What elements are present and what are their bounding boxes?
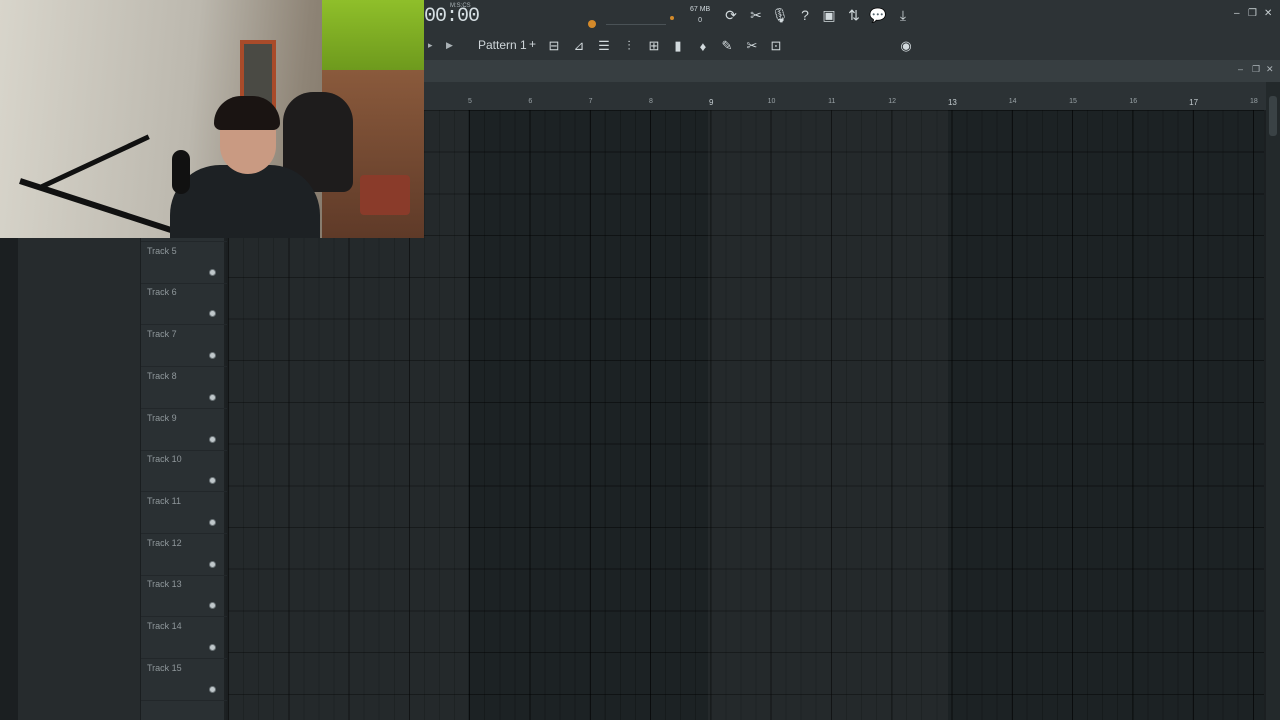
track-enable-dot[interactable] xyxy=(209,560,216,568)
restore-button[interactable]: ❐ xyxy=(1248,8,1257,19)
export-icon[interactable]: ⇅ xyxy=(845,6,863,24)
track-enable-dot[interactable] xyxy=(209,310,216,318)
timeline-ruler[interactable]: 5 6 7 8 9 10 11 12 13 14 15 16 17 18 xyxy=(424,82,1266,110)
chat-icon[interactable]: 💬 xyxy=(869,6,887,24)
track-name: Track 15 xyxy=(147,662,182,673)
master-slider-handle[interactable] xyxy=(670,16,674,20)
track-header[interactable]: Track 9 xyxy=(141,409,227,451)
memory-meter: 67 MB 0 xyxy=(690,4,710,26)
track-name: Track 9 xyxy=(147,412,177,423)
track-name: Track 13 xyxy=(147,579,182,590)
ruler-bar-number: 17 xyxy=(1189,98,1199,107)
collapse-arrow-icon[interactable]: ▸ xyxy=(428,40,433,51)
ruler-bar-number: 15 xyxy=(1069,98,1077,105)
track-name: Track 10 xyxy=(147,454,182,465)
track-header[interactable]: Track 5 xyxy=(141,242,227,284)
pattern-toolbar: ▸ ▶ Pattern 1 + ⊟ ⊿ ☰ ⫶ ⊞ ▮ ♦ ✎ ✂ ⊡ ◉ xyxy=(424,32,1280,60)
refresh-icon[interactable]: ⟳ xyxy=(722,6,740,24)
stack-icon[interactable]: ☰ xyxy=(595,37,613,55)
track-name: Track 12 xyxy=(147,537,182,548)
mic-icon[interactable]: 🎙 xyxy=(771,6,789,24)
track-header[interactable]: Track 6 xyxy=(141,283,227,326)
webcam-green-wall xyxy=(322,0,424,70)
track-enable-dot[interactable] xyxy=(209,685,216,693)
paste-icon[interactable]: ▮ xyxy=(669,37,687,55)
track-header[interactable]: Track 14 xyxy=(141,617,227,659)
bar-shade xyxy=(708,110,948,720)
help-icon[interactable]: ? xyxy=(796,6,814,24)
cart-icon[interactable]: ⊡ xyxy=(767,37,785,55)
ruler-bar-number: 10 xyxy=(767,98,776,105)
track-header[interactable]: Track 12 xyxy=(141,534,227,576)
globe-icon[interactable]: ◉ xyxy=(897,37,915,55)
track-header[interactable]: Track 15 xyxy=(141,659,227,701)
ruler-bar-number: 6 xyxy=(528,98,533,105)
track-enable-dot[interactable] xyxy=(209,268,216,276)
mixer-icon[interactable]: ⫶ xyxy=(620,37,638,55)
tempo-knob[interactable] xyxy=(588,20,596,28)
track-enable-dot[interactable] xyxy=(209,518,216,526)
track-name: Track 8 xyxy=(147,370,177,381)
ruler-bar-number: 7 xyxy=(588,98,593,105)
track-name: Track 11 xyxy=(147,495,182,506)
playlist-close-button[interactable]: ✕ xyxy=(1266,64,1274,75)
person-body xyxy=(170,165,320,238)
track-enable-dot[interactable] xyxy=(209,602,216,610)
track-name: Track 5 xyxy=(147,245,177,256)
track-header[interactable]: Track 10 xyxy=(141,450,227,493)
playlist-minimize-button[interactable]: – xyxy=(1238,64,1243,74)
snap-icon[interactable]: ⊿ xyxy=(570,37,588,55)
vertical-scrollbar[interactable] xyxy=(1266,82,1280,720)
playlist-header xyxy=(424,60,1280,82)
playlist-restore-button[interactable]: ❐ xyxy=(1252,64,1260,75)
microphone xyxy=(172,150,190,194)
track-header[interactable]: Track 13 xyxy=(141,575,227,618)
pencil-icon[interactable]: ✎ xyxy=(718,37,736,55)
webcam-overlay xyxy=(0,0,424,238)
brush-icon[interactable]: ♦ xyxy=(694,37,712,55)
ruler-bar-number: 8 xyxy=(648,98,653,105)
track-enable-dot[interactable] xyxy=(209,435,216,443)
track-enable-dot[interactable] xyxy=(209,352,216,360)
ram-usage: 67 MB xyxy=(690,6,711,13)
track-enable-dot[interactable] xyxy=(209,477,216,485)
ruler-bar-number: 13 xyxy=(947,98,957,107)
pattern-picker-icon[interactable]: ⊟ xyxy=(545,37,563,55)
time-unit-label: M:S:CS xyxy=(450,3,471,9)
download-icon[interactable]: ⤓ xyxy=(894,6,912,24)
scrollbar-thumb[interactable] xyxy=(1269,96,1277,136)
ruler-bar-number: 12 xyxy=(888,98,896,105)
track-header[interactable]: Track 11 xyxy=(141,492,227,534)
track-header-list: Track 4Track 5Track 6Track 7Track 8Track… xyxy=(140,204,227,720)
track-name: Track 14 xyxy=(147,621,182,631)
minimize-button[interactable]: – xyxy=(1234,8,1240,19)
play-arrow-icon[interactable]: ▶ xyxy=(446,40,453,51)
browser-panel xyxy=(18,238,140,720)
slice-icon[interactable]: ✂ xyxy=(743,37,761,55)
close-button[interactable]: ✕ xyxy=(1264,8,1272,19)
ruler-bar-number: 16 xyxy=(1129,98,1138,105)
tree-icon[interactable]: ⊞ xyxy=(645,37,663,55)
track-name: Track 6 xyxy=(147,287,177,298)
ruler-bar-number: 11 xyxy=(828,98,836,105)
pattern-selector[interactable]: Pattern 1 xyxy=(478,38,527,52)
track-header[interactable]: Track 7 xyxy=(141,325,227,368)
webcam-object xyxy=(360,175,410,215)
main-toolbar: 00:00 M:S:CS 67 MB 0 ⟳ ✂ 🎙 ? ▣ ⇅ 💬 ⤓ – ❐… xyxy=(424,0,1280,32)
add-pattern-button[interactable]: + xyxy=(529,37,536,51)
track-name: Track 7 xyxy=(147,329,177,340)
track-header[interactable]: Track 8 xyxy=(141,367,227,409)
ruler-bar-number: 18 xyxy=(1249,98,1258,105)
master-slider-track[interactable] xyxy=(606,24,666,25)
track-enable-dot[interactable] xyxy=(209,644,216,651)
cpu-usage: 0 xyxy=(698,17,703,24)
save-icon[interactable]: ▣ xyxy=(820,6,838,24)
track-enable-dot[interactable] xyxy=(209,393,216,401)
cut-icon[interactable]: ✂ xyxy=(747,6,765,24)
ruler-bar-number: 5 xyxy=(468,98,472,105)
ruler-bar-number: 9 xyxy=(708,98,714,107)
ruler-bar-number: 14 xyxy=(1008,98,1017,105)
side-strip xyxy=(0,238,18,720)
